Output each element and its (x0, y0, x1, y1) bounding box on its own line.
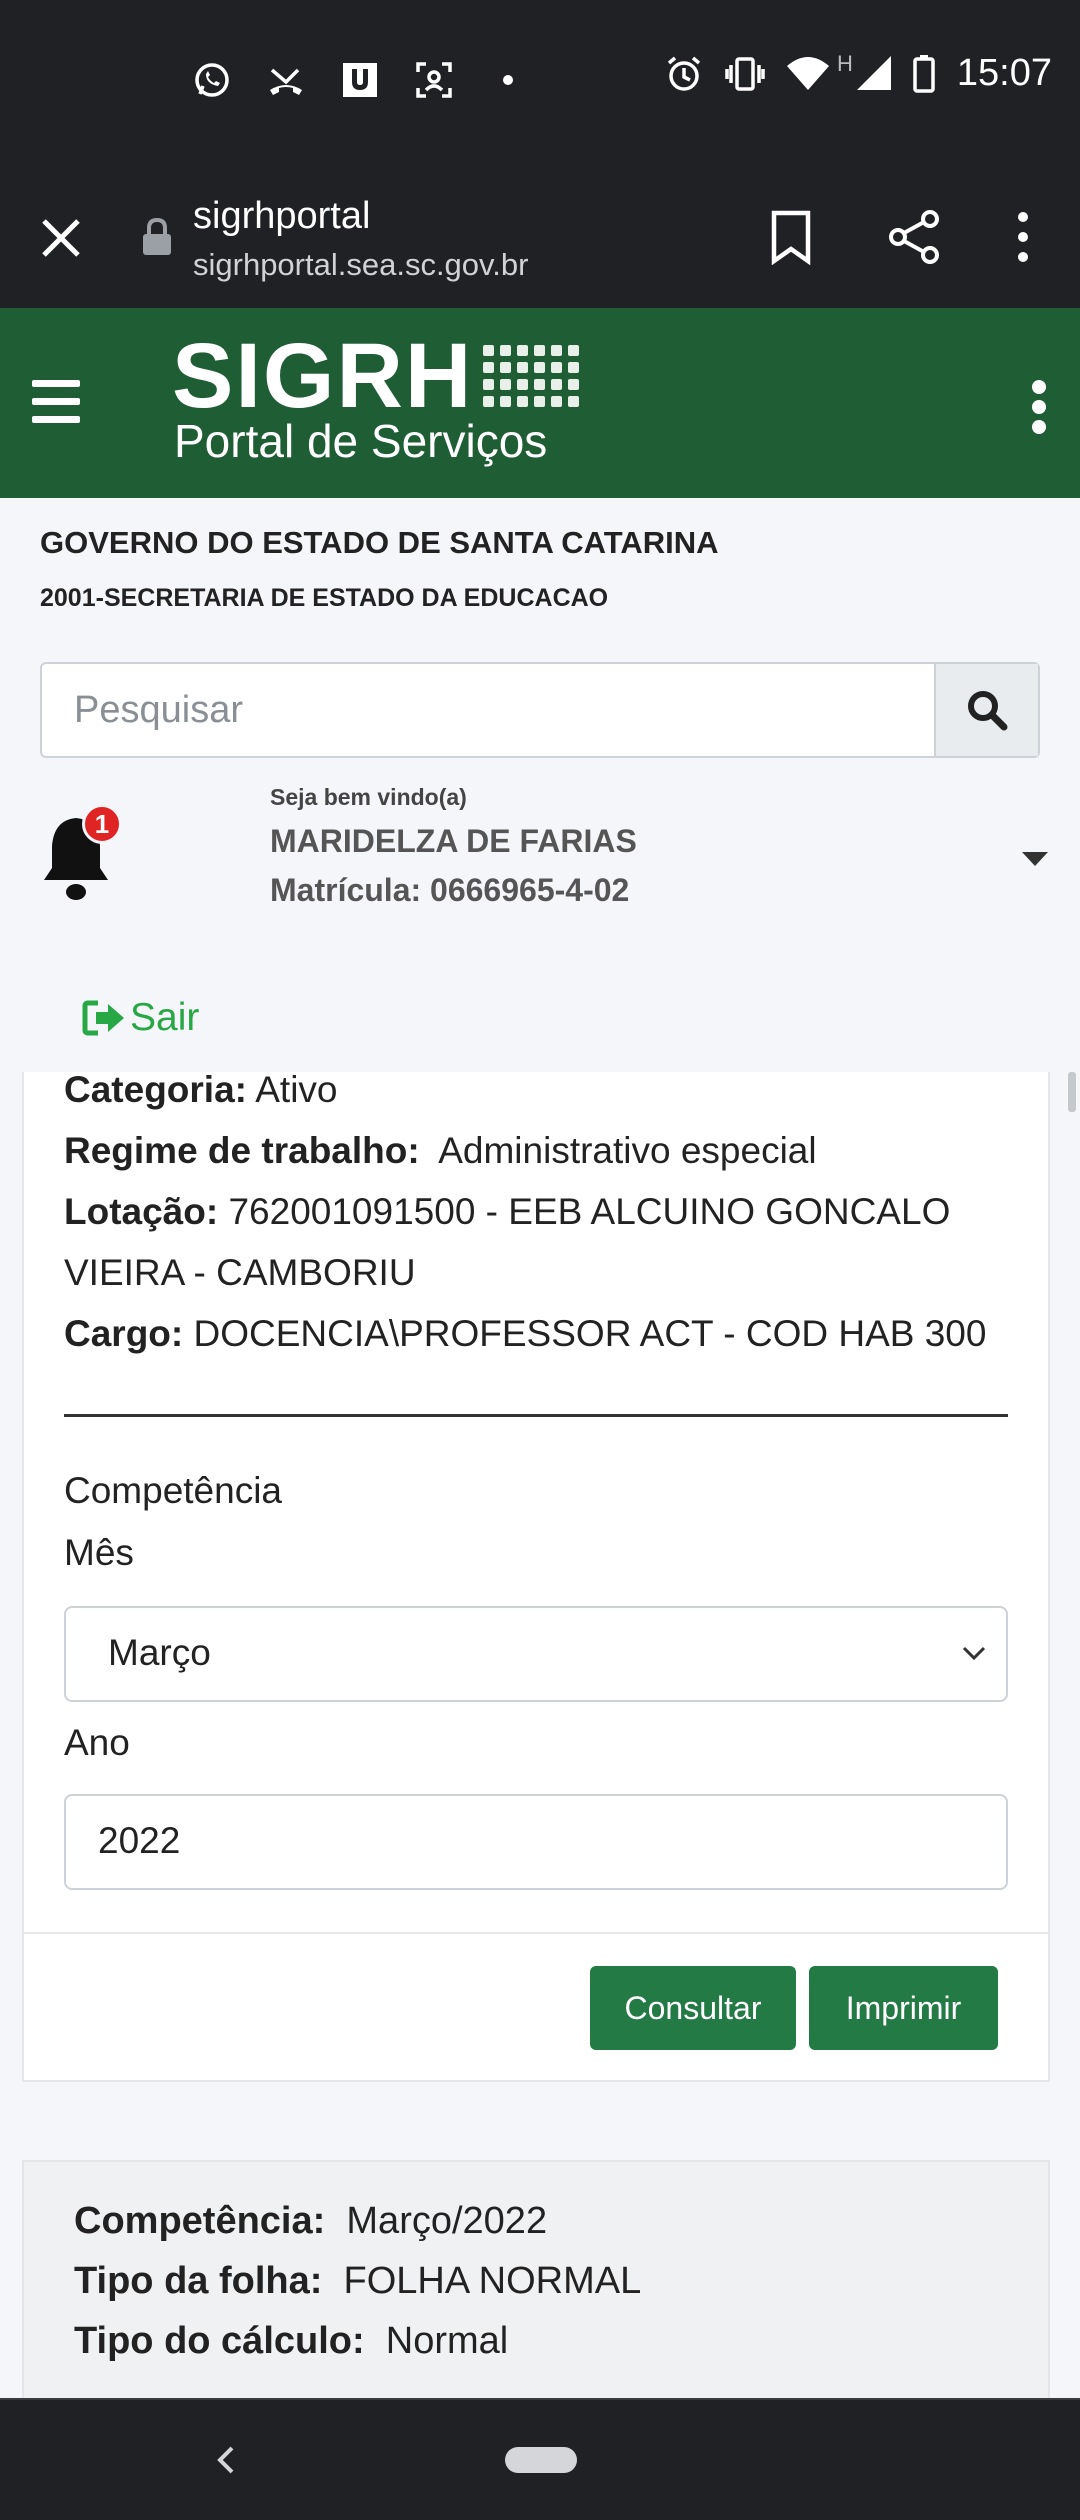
sign-out-icon (82, 1000, 124, 1036)
search-icon (968, 691, 1008, 731)
regime-row: Regime de trabalho: Administrativo espec… (64, 1129, 817, 1173)
notification-badge: 1 (82, 804, 122, 844)
card-footer-divider (22, 1932, 1050, 1934)
logout-label: Sair (130, 996, 200, 1039)
search-button[interactable] (934, 664, 1038, 756)
result-tipo-calculo-row: Tipo do cálculo: Normal (74, 2320, 508, 2363)
missed-call-icon (264, 58, 308, 102)
browser-page-title: sigrhportal (193, 195, 371, 237)
regime-value: Administrativo especial (438, 1130, 817, 1171)
wifi-icon (787, 56, 830, 90)
scan-icon (412, 58, 456, 102)
browser-url[interactable]: sigrhportal.sea.sc.gov.br (193, 247, 528, 283)
whatsapp-icon (190, 58, 234, 102)
lotacao-label: Lotação: (64, 1191, 219, 1232)
close-icon[interactable] (36, 213, 86, 263)
logout-link[interactable]: Sair (82, 996, 199, 1040)
logo-text: SIGRH (172, 325, 474, 427)
categoria-value: Ativo (255, 1069, 338, 1110)
result-tipo-calculo-label: Tipo do cálculo: (74, 2320, 365, 2362)
lotacao-row-cont: VIEIRA - CAMBORIU (64, 1251, 416, 1295)
competencia-heading: Competência (64, 1470, 283, 1511)
logo-subtitle: Portal de Serviços (174, 415, 548, 467)
ano-value: 2022 (98, 1820, 181, 1861)
more-vert-icon[interactable] (1008, 209, 1038, 265)
user-matricula: Matrícula: 0666965-4-02 (270, 872, 630, 908)
search-box (40, 662, 1040, 758)
ano-field[interactable]: 2022 (64, 1794, 1008, 1890)
categoria-row: Categoria: Ativo (64, 1068, 338, 1112)
result-competencia-label: Competência: (74, 2200, 326, 2242)
categoria-label: Categoria: (64, 1069, 247, 1110)
imprimir-button[interactable]: Imprimir (809, 1966, 998, 2050)
result-tipo-folha-row: Tipo da folha: FOLHA NORMAL (74, 2260, 641, 2303)
alarm-icon (667, 56, 701, 91)
consultar-button[interactable]: Consultar (590, 1966, 796, 2050)
logo-dots (483, 345, 580, 407)
dot-icon (486, 58, 530, 102)
mes-selected-value: Março (108, 1632, 211, 1673)
welcome-text: Seja bem vindo(a) (270, 784, 467, 810)
lock-icon[interactable] (140, 217, 174, 257)
lotacao-row: Lotação: 762001091500 - EEB ALCUINO GONC… (64, 1190, 950, 1234)
search-input[interactable] (42, 664, 937, 756)
user-dropdown-caret-icon[interactable] (1022, 852, 1048, 866)
hamburger-menu-icon[interactable] (32, 380, 80, 424)
browser-toolbar: sigrhportal sigrhportal.sea.sc.gov.br (0, 165, 1080, 308)
status-bar: H 15:07 (0, 0, 1080, 165)
regime-label: Regime de trabalho: (64, 1130, 420, 1171)
u-app-icon (338, 58, 382, 102)
mes-select[interactable]: Março (64, 1606, 1008, 1702)
home-pill[interactable] (505, 2447, 577, 2473)
clock: 15:07 (956, 52, 1052, 94)
cargo-value: DOCENCIA\PROFESSOR ACT - COD HAB 300 (193, 1313, 987, 1354)
cargo-label: Cargo: (64, 1313, 184, 1354)
ano-label: Ano (64, 1722, 130, 1763)
notification-icons (190, 58, 530, 102)
result-tipo-folha-value: FOLHA NORMAL (343, 2260, 642, 2302)
secretariat-name: 2001-SECRETARIA DE ESTADO DA EDUCACAO (40, 584, 609, 612)
result-tipo-folha-label: Tipo da folha: (74, 2260, 323, 2302)
section-divider (64, 1414, 1008, 1417)
system-nav-bar (0, 2398, 1080, 2520)
government-name: GOVERNO DO ESTADO DE SANTA CATARINA (40, 525, 719, 560)
app-more-icon[interactable] (1028, 380, 1050, 436)
lotacao-value: 762001091500 - EEB ALCUINO GONCALO (228, 1191, 951, 1232)
lotacao-value-cont: VIEIRA - CAMBORIU (64, 1252, 416, 1293)
vibrate-icon (725, 56, 765, 91)
app-header: SIGRH Portal de Serviços (0, 308, 1080, 498)
battery-icon (913, 54, 935, 93)
system-icons: H 15:07 (665, 50, 1052, 95)
network-type: H (837, 50, 853, 76)
result-tipo-calculo-value: Normal (385, 2320, 509, 2362)
sigrh-logo[interactable]: SIGRH Portal de Serviços (172, 325, 580, 467)
result-competencia-value: Março/2022 (346, 2200, 548, 2242)
user-name: MARIDELZA DE FARIAS (270, 823, 637, 859)
cargo-row: Cargo: DOCENCIA\PROFESSOR ACT - COD HAB … (64, 1312, 986, 1356)
back-icon[interactable] (210, 2440, 240, 2480)
share-icon[interactable] (886, 209, 942, 265)
mes-label: Mês (64, 1532, 134, 1573)
chevron-down-icon (962, 1646, 986, 1661)
page-scrollbar[interactable] (1068, 1072, 1076, 1112)
result-competencia-row: Competência: Março/2022 (74, 2200, 547, 2243)
signal-icon (856, 55, 891, 90)
bookmark-icon[interactable] (768, 209, 814, 265)
